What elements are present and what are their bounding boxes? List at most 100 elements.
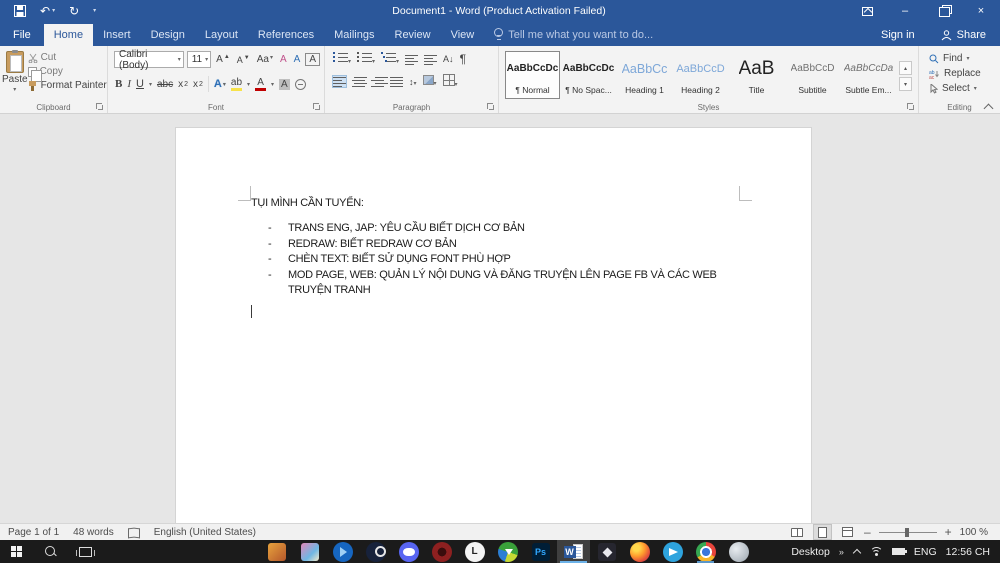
taskbar-app-telegram[interactable] xyxy=(656,540,689,563)
change-case-button[interactable]: Aa▾ xyxy=(255,53,275,66)
zoom-level[interactable]: 100 % xyxy=(960,527,988,538)
styles-scroll-up-button[interactable]: ▴ xyxy=(899,61,912,75)
document-page[interactable]: TỤI MÌNH CẦN TUYỂN: -TRANS ENG, JAP: YÊU… xyxy=(175,127,812,523)
tab-references[interactable]: References xyxy=(248,24,324,46)
customize-qat-button[interactable]: ▾ xyxy=(93,0,96,22)
font-size-combo[interactable]: 11▾ xyxy=(187,51,211,68)
style-subtitle[interactable]: AaBbCcD Subtitle xyxy=(785,51,840,99)
sort-button[interactable]: A↓ xyxy=(443,54,454,64)
taskbar-app-steam[interactable] xyxy=(359,540,392,563)
font-name-combo[interactable]: Calibri (Body)▾ xyxy=(114,51,184,68)
ribbon-display-options-button[interactable] xyxy=(848,0,886,22)
tab-file[interactable]: File xyxy=(0,24,44,46)
restore-button[interactable] xyxy=(924,0,962,22)
undo-button[interactable]: ↶▾ xyxy=(40,0,55,22)
minimize-button[interactable]: – xyxy=(886,0,924,22)
web-layout-button[interactable] xyxy=(839,525,856,539)
style-heading-2[interactable]: AaBbCcD Heading 2 xyxy=(673,51,728,99)
text-effects-button[interactable]: A▾ xyxy=(214,78,226,90)
zoom-in-button[interactable]: + xyxy=(945,525,952,539)
save-icon[interactable] xyxy=(14,5,26,17)
shrink-font-button[interactable]: A▼ xyxy=(235,54,252,66)
character-shading-button[interactable]: A xyxy=(279,79,290,90)
borders-button[interactable]: ▾ xyxy=(443,74,458,89)
styles-more-button[interactable]: ▾ xyxy=(899,77,912,91)
tab-insert[interactable]: Insert xyxy=(93,24,141,46)
paragraph-dialog-launcher[interactable] xyxy=(487,103,495,111)
tab-layout[interactable]: Layout xyxy=(195,24,248,46)
language-badge[interactable]: ENG xyxy=(914,546,937,558)
taskbar-app-discord[interactable] xyxy=(392,540,425,563)
subscript-button[interactable]: x2 xyxy=(178,79,188,90)
zoom-out-button[interactable]: – xyxy=(864,525,871,539)
select-button[interactable]: Select▾ xyxy=(929,83,998,94)
collapse-ribbon-button[interactable] xyxy=(984,104,994,110)
zoom-slider-thumb[interactable] xyxy=(905,528,909,537)
word-count[interactable]: 48 words xyxy=(73,527,114,538)
underline-button[interactable]: U xyxy=(136,78,144,90)
close-button[interactable]: × xyxy=(962,0,1000,22)
show-hidden-icons-button[interactable] xyxy=(853,549,861,554)
taskbar-app-firefox[interactable] xyxy=(623,540,656,563)
style-title[interactable]: AaB Title xyxy=(729,51,784,99)
sign-in-link[interactable]: Sign in xyxy=(869,24,927,46)
font-color-button[interactable]: A xyxy=(255,78,266,91)
justify-button[interactable] xyxy=(390,76,403,87)
taskbar-app-game-2[interactable] xyxy=(293,540,326,563)
bullets-button[interactable]: ▾ xyxy=(333,52,351,66)
zoom-slider[interactable] xyxy=(879,532,937,533)
taskbar-app-photoshop[interactable]: Ps xyxy=(524,540,557,563)
task-view-button[interactable] xyxy=(68,540,102,563)
tab-home[interactable]: Home xyxy=(44,24,93,46)
style-no-spacing[interactable]: AaBbCcDc ¶ No Spac... xyxy=(561,51,616,99)
taskbar-app-word[interactable]: W xyxy=(557,540,590,563)
align-left-button[interactable] xyxy=(333,76,346,87)
taskbar-app-music[interactable] xyxy=(425,540,458,563)
phonetic-guide-button[interactable]: A xyxy=(278,53,289,66)
taskbar-app-idm[interactable] xyxy=(491,540,524,563)
replace-button[interactable]: abac Replace xyxy=(929,68,998,79)
taskbar-app-chrome[interactable] xyxy=(689,540,722,563)
highlight-color-button[interactable]: ab xyxy=(231,78,242,91)
language-indicator[interactable]: English (United States) xyxy=(154,527,256,538)
italic-button[interactable]: I xyxy=(127,78,131,90)
tab-mailings[interactable]: Mailings xyxy=(324,24,384,46)
battery-icon[interactable] xyxy=(892,548,905,555)
style-heading-1[interactable]: AaBbCc Heading 1 xyxy=(617,51,672,99)
share-button[interactable]: Share xyxy=(927,24,1000,46)
desktop-toolbar[interactable]: Desktop xyxy=(791,546,830,558)
multilevel-list-button[interactable]: ▾ xyxy=(381,52,399,66)
page-indicator[interactable]: Page 1 of 1 xyxy=(8,527,59,538)
styles-dialog-launcher[interactable] xyxy=(907,103,915,111)
tab-design[interactable]: Design xyxy=(141,24,195,46)
clock[interactable]: 12:56 CH xyxy=(946,546,990,558)
line-spacing-button[interactable]: ↕▾ xyxy=(409,76,417,88)
copy-button[interactable]: Copy xyxy=(28,66,107,77)
shading-button[interactable]: ▾ xyxy=(423,75,437,88)
strikethrough-button[interactable]: abc xyxy=(157,79,173,90)
superscript-button[interactable]: x2 xyxy=(193,79,203,90)
clipboard-dialog-launcher[interactable] xyxy=(96,103,104,111)
enclose-circle-button[interactable] xyxy=(295,79,306,90)
show-hide-marks-button[interactable]: ¶ xyxy=(460,52,466,66)
taskbar-app-media[interactable] xyxy=(326,540,359,563)
bold-button[interactable]: B xyxy=(115,78,122,90)
style-subtle-emphasis[interactable]: AaBbCcDa Subtle Em... xyxy=(841,51,896,99)
wifi-icon[interactable] xyxy=(870,547,883,557)
enclose-characters-button[interactable]: A xyxy=(292,53,303,66)
taskbar-app-lightshot[interactable]: L xyxy=(458,540,491,563)
style-normal[interactable]: AaBbCcDc ¶ Normal xyxy=(505,51,560,99)
tab-review[interactable]: Review xyxy=(385,24,441,46)
paste-button[interactable]: Paste ▾ xyxy=(2,49,28,99)
cut-button[interactable]: Cut xyxy=(28,52,107,63)
grow-font-button[interactable]: A▲ xyxy=(214,53,232,66)
tab-view[interactable]: View xyxy=(441,24,485,46)
numbering-button[interactable]: ▾ xyxy=(357,52,375,66)
proofing-icon[interactable] xyxy=(128,528,140,537)
taskbar-app-misc[interactable] xyxy=(722,540,755,563)
format-painter-button[interactable]: Format Painter xyxy=(28,80,107,91)
increase-indent-button[interactable] xyxy=(424,54,437,65)
find-button[interactable]: Find▾ xyxy=(929,53,998,64)
align-right-button[interactable] xyxy=(371,76,384,87)
read-mode-button[interactable] xyxy=(789,525,806,539)
